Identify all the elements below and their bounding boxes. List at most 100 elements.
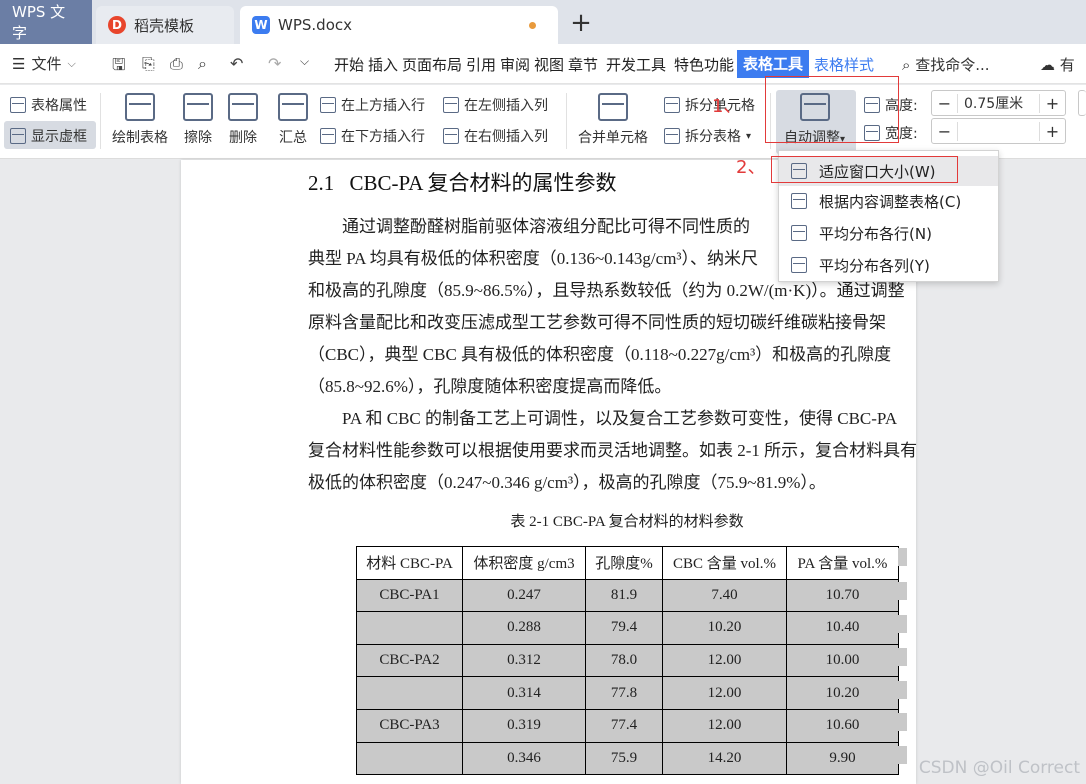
table-cell[interactable]: 0.314 [462,676,586,710]
table-cell[interactable]: 10.20 [662,611,787,645]
insert-row-below-label: 在下方插入行 [341,129,425,145]
table-cell[interactable]: 0.312 [462,643,586,678]
table-cell[interactable]: CBC-PA1 [356,578,463,613]
table-cell[interactable]: 12.00 [662,708,787,743]
table-cell[interactable]: 10.20 [786,676,899,710]
table-header-cell[interactable]: PA 含量 vol.% [786,546,899,580]
erase-label: 擦除 [184,130,212,146]
menu-table-style[interactable]: 表格样式 [814,54,874,75]
unsaved-dot-icon [529,22,536,29]
table-cell[interactable]: 0.247 [462,578,586,613]
table-cell[interactable]: 9.90 [786,741,899,776]
col-width-stepper[interactable]: − + [931,118,1066,144]
table-properties-button[interactable]: 表格属性 [10,95,87,115]
menu-view[interactable]: 视图 [534,54,564,75]
table-cell[interactable]: CBC-PA3 [356,708,463,743]
summary-button[interactable]: 汇总 [278,93,308,147]
table-header-cell[interactable]: 孔隙度% [585,546,663,580]
font-field-edge[interactable] [1078,90,1086,116]
table-cell[interactable]: 10.70 [786,578,899,613]
table-header-cell[interactable]: CBC 含量 vol.% [662,546,787,580]
table-cell[interactable]: 14.20 [662,741,787,776]
decrease-width-button[interactable]: − [932,121,958,141]
table-header-cell[interactable]: 体积密度 g/cm3 [462,546,586,580]
delete-button[interactable]: 删除 [228,93,258,147]
save-icon[interactable]: 🖫 [112,54,126,81]
table-cell[interactable] [356,611,463,645]
menu-page-layout[interactable]: 页面布局 [402,54,462,75]
table-cell[interactable]: 78.0 [585,643,663,678]
menu-chapter[interactable]: 章节 [568,54,598,75]
table-cell[interactable]: 12.00 [662,676,787,710]
distribute-rows-option[interactable]: 平均分布各行(N) [779,218,998,248]
table-cell[interactable]: 77.8 [585,676,663,710]
menu-features[interactable]: 特色功能 [674,54,734,75]
step-2-annotation: 2、 [736,157,766,178]
insert-col-left-button[interactable]: 在左侧插入列 [443,95,548,115]
table-cell[interactable]: 75.9 [585,741,663,776]
fit-to-content-option[interactable]: 根据内容调整表格(C) [779,186,998,216]
material-params-table[interactable]: 材料 CBC-PA 体积密度 g/cm3 孔隙度% CBC 含量 vol.% P… [356,546,899,776]
heading-text: CBC-PA 复合材料的属性参数 [349,171,617,195]
format-painter-icon[interactable]: ⎘ [142,54,155,74]
menu-review[interactable]: 审阅 [500,54,530,75]
file-menu[interactable]: ☰ 文件 ⌵ [12,53,76,74]
table-cell[interactable]: 79.4 [585,611,663,645]
menu-reference[interactable]: 引用 [466,54,496,75]
table-cell[interactable]: CBC-PA2 [356,643,463,678]
chevron-down-icon: ⌵ [67,56,76,70]
undo-icon[interactable]: ↶ [230,54,243,73]
cloud-status[interactable]: ☁ 有 [1040,54,1075,75]
table-cell[interactable] [356,741,463,776]
search-icon: ⌕ [902,56,911,74]
quick-access-more-icon[interactable]: ⌵ [300,54,309,69]
new-tab-button[interactable]: + [566,8,596,38]
table-cell[interactable]: 0.288 [462,611,586,645]
insert-col-right-button[interactable]: 在右侧插入列 [443,126,548,146]
insert-col-right-label: 在右侧插入列 [464,129,548,145]
row-height-stepper[interactable]: − 0.75厘米 + [931,90,1066,116]
menu-start[interactable]: 开始 [334,54,364,75]
insert-row-below-icon [320,128,336,144]
redo-icon[interactable]: ↷ [268,54,281,73]
table-cell[interactable]: 0.346 [462,741,586,776]
split-table-icon [664,128,680,144]
distribute-cols-option[interactable]: 平均分布各列(Y) [779,250,998,280]
file-menu-label: 文件 [31,55,62,73]
draw-table-button[interactable]: 绘制表格 [112,93,168,147]
table-row: 0.346 75.9 14.20 9.90 [356,741,899,776]
row-height-field[interactable]: 0.75厘米 [958,93,1039,113]
print-preview-icon[interactable]: ⌕ [198,54,207,74]
table-cell[interactable]: 77.4 [585,708,663,743]
table-cell[interactable]: 10.00 [786,643,899,678]
erase-button[interactable]: 擦除 [183,93,213,147]
increase-width-button[interactable]: + [1039,121,1065,141]
insert-row-below-button[interactable]: 在下方插入行 [320,126,425,146]
table-cell[interactable]: 7.40 [662,578,787,613]
insert-row-above-button[interactable]: 在上方插入行 [320,95,425,115]
table-cell[interactable] [356,676,463,710]
distribute-cols-label: 平均分布各列(Y) [819,256,930,275]
tab-template[interactable]: D 稻壳模板 [96,6,234,44]
increase-height-button[interactable]: + [1039,93,1065,113]
decrease-height-button[interactable]: − [932,93,958,113]
row-end-marker [898,746,907,764]
table-cell[interactable]: 12.00 [662,643,787,678]
tab-wps-writer[interactable]: WPS 文字 [0,0,92,44]
hamburger-icon: ☰ [12,54,26,73]
menu-table-tools[interactable]: 表格工具 [737,50,810,78]
show-grid-button[interactable]: 显示虚框 [10,126,87,146]
print-icon[interactable]: ⎙ [170,54,183,74]
table-cell[interactable]: 10.40 [786,611,899,645]
command-search[interactable]: ⌕ 查找命令... [902,54,990,75]
merge-cells-button[interactable]: 合并单元格 [578,93,648,147]
table-header-cell[interactable]: 材料 CBC-PA [356,546,463,580]
split-table-button[interactable]: 拆分表格 ▾ [664,126,751,146]
menu-developer[interactable]: 开发工具 [606,54,666,75]
table-cell[interactable]: 81.9 [585,578,663,613]
highlight-fit-window-box [771,156,958,183]
menu-insert[interactable]: 插入 [368,54,398,75]
tab-document[interactable]: W WPS.docx [240,6,558,44]
table-cell[interactable]: 10.60 [786,708,899,743]
table-cell[interactable]: 0.319 [462,708,586,743]
